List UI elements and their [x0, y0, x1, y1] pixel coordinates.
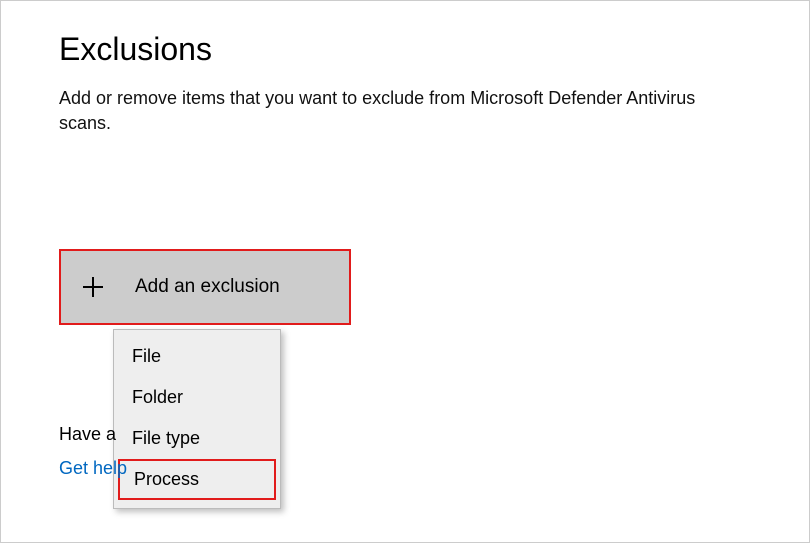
exclusion-type-dropdown: File Folder File type Process: [113, 329, 281, 509]
get-help-link[interactable]: Get help: [59, 458, 127, 479]
dropdown-item-folder[interactable]: Folder: [114, 377, 280, 418]
have-a-question-label: Have a: [59, 424, 116, 445]
dropdown-item-file[interactable]: File: [114, 336, 280, 377]
page-description: Add or remove items that you want to exc…: [59, 86, 739, 136]
dropdown-item-process[interactable]: Process: [118, 459, 276, 500]
plus-icon: [83, 277, 103, 297]
add-exclusion-button[interactable]: Add an exclusion: [59, 249, 351, 325]
dropdown-item-file-type[interactable]: File type: [114, 418, 280, 459]
page-title: Exclusions: [59, 31, 751, 68]
add-exclusion-label: Add an exclusion: [135, 276, 280, 298]
